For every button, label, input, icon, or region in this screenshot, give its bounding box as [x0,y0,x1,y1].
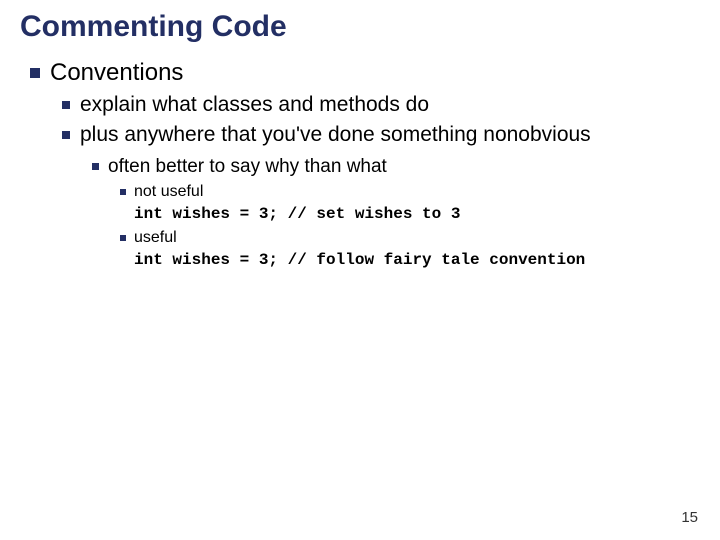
code-example-not-useful: int wishes = 3; // set wishes to 3 [134,204,700,224]
list-item-label: Conventions [50,59,183,86]
list-item: not useful int wishes = 3; // set wishes… [108,182,700,224]
list-item: plus anywhere that you've done something… [50,122,700,270]
list-item-label: explain what classes and methods do [80,93,429,116]
list-item: Conventions explain what classes and met… [20,58,700,270]
code-example-useful: int wishes = 3; // follow fairy tale con… [134,250,700,270]
list-item-label: useful [134,229,177,246]
bullet-list-level-2: explain what classes and methods do plus… [50,92,700,270]
bullet-list-level-1: Conventions explain what classes and met… [20,58,700,270]
bullet-list-level-3: often better to say why than what not us… [80,155,700,271]
page-number: 15 [681,509,698,526]
bullet-list-level-4: not useful int wishes = 3; // set wishes… [108,182,700,270]
list-item: explain what classes and methods do [50,92,700,118]
list-item-label: often better to say why than what [108,156,387,177]
list-item: often better to say why than what not us… [80,155,700,271]
list-item: useful int wishes = 3; // follow fairy t… [108,228,700,270]
list-item-label: plus anywhere that you've done something… [80,123,591,146]
slide-title: Commenting Code [20,10,700,44]
slide: Commenting Code Conventions explain what… [0,0,720,540]
list-item-label: not useful [134,183,203,200]
